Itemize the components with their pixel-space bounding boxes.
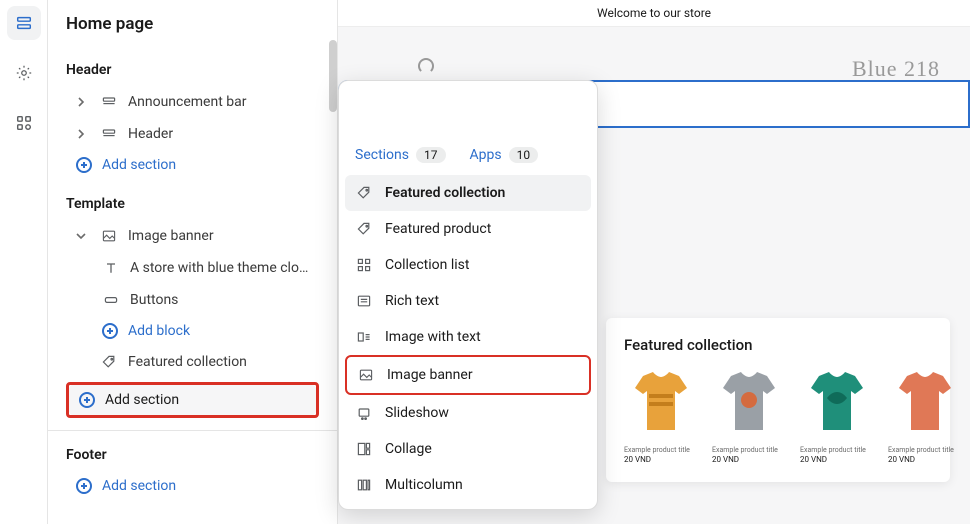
- chevron-right-icon: [76, 129, 90, 139]
- footer-group-label: Footer: [48, 430, 337, 471]
- loading-circle-icon: [418, 58, 434, 74]
- plus-circle-icon: [79, 392, 95, 408]
- product-cell: Example product title 20 VND: [888, 370, 962, 464]
- scrollbar-thumb[interactable]: [329, 40, 337, 112]
- product-cell: Example product title 20 VND: [800, 370, 874, 464]
- sections-rail-icon[interactable]: [7, 6, 41, 40]
- tab-sections[interactable]: Sections 17: [355, 147, 446, 163]
- picker-item-featured-product[interactable]: Featured product: [345, 211, 591, 247]
- picker-item-image-with-text[interactable]: Image with text: [345, 319, 591, 355]
- template-group-label: Template: [48, 180, 337, 220]
- add-block[interactable]: Add block: [48, 316, 337, 346]
- announcement-bar-preview: Welcome to our store: [338, 0, 970, 27]
- picker-item-collection-list[interactable]: Collection list: [345, 247, 591, 283]
- product-cell: Example product title 20 VND: [624, 370, 698, 464]
- picker-item-rich-text[interactable]: Rich text: [345, 283, 591, 319]
- tag-icon: [355, 184, 373, 202]
- collection-icon: [355, 256, 373, 274]
- tag-icon: [355, 220, 373, 238]
- add-section-footer[interactable]: Add section: [48, 471, 337, 501]
- editor-rail: [0, 0, 48, 524]
- richtext-icon: [355, 292, 373, 310]
- image-banner-icon: [100, 227, 118, 245]
- multicolumn-icon: [355, 476, 373, 494]
- header-icon: [100, 125, 118, 143]
- picker-tabs: Sections 17 Apps 10: [339, 137, 597, 169]
- tshirt-icon: [800, 370, 874, 440]
- picker-item-featured-collection[interactable]: Featured collection: [345, 175, 591, 211]
- tshirt-icon: [712, 370, 786, 440]
- sidebar-item-image-banner[interactable]: Image banner: [48, 220, 337, 252]
- collage-icon: [355, 440, 373, 458]
- chevron-down-icon: [76, 231, 90, 241]
- picker-item-slideshow[interactable]: Slideshow: [345, 395, 591, 431]
- picker-item-image-banner[interactable]: Image banner: [345, 355, 591, 395]
- sidebar-item-announcement-bar[interactable]: Announcement bar: [48, 86, 337, 118]
- settings-rail-icon[interactable]: [7, 56, 41, 90]
- plus-circle-icon: [76, 478, 92, 494]
- image-text-icon: [355, 328, 373, 346]
- tag-icon: [100, 353, 118, 371]
- tshirt-icon: [888, 370, 962, 440]
- tab-apps[interactable]: Apps 10: [470, 147, 539, 163]
- picker-item-collage[interactable]: Collage: [345, 431, 591, 467]
- featured-collection-preview: Featured collection Example product titl…: [606, 318, 950, 482]
- apps-rail-icon[interactable]: [7, 106, 41, 140]
- page-title: Home page: [48, 0, 337, 46]
- sidebar-item-featured-collection[interactable]: Featured collection: [48, 346, 337, 378]
- sections-count: 17: [416, 147, 446, 163]
- add-section-template[interactable]: Add section: [69, 385, 316, 415]
- plus-circle-icon: [102, 323, 118, 339]
- image-banner-icon: [357, 366, 375, 384]
- plus-circle-icon: [76, 157, 92, 173]
- preview-pane: Welcome to our store Blue 218 Sections 1…: [338, 0, 970, 524]
- button-icon: [102, 291, 120, 309]
- picker-item-multicolumn[interactable]: Multicolumn: [345, 467, 591, 503]
- announcement-icon: [100, 93, 118, 111]
- sidebar-item-buttons[interactable]: Buttons: [48, 284, 337, 316]
- apps-count: 10: [509, 147, 539, 163]
- section-list: Featured collection Featured product Col…: [339, 169, 597, 509]
- sidebar-item-text[interactable]: A store with blue theme clo…: [48, 252, 337, 284]
- ghost-brand-title: Blue 218: [852, 56, 940, 82]
- slideshow-icon: [355, 404, 373, 422]
- add-section-highlight: Add section: [66, 382, 319, 418]
- tshirt-icon: [624, 370, 698, 440]
- product-cell: Example product title 20 VND: [712, 370, 786, 464]
- sidebar-item-header[interactable]: Header: [48, 118, 337, 150]
- chevron-right-icon: [76, 97, 90, 107]
- add-section-header[interactable]: Add section: [48, 150, 337, 180]
- section-picker-popover: Sections 17 Apps 10 Featured collection …: [338, 80, 598, 510]
- header-group-label: Header: [48, 46, 337, 86]
- card-title: Featured collection: [624, 336, 932, 354]
- text-icon: [102, 259, 120, 277]
- sections-sidebar: Home page Header Announcement bar Header…: [48, 0, 338, 524]
